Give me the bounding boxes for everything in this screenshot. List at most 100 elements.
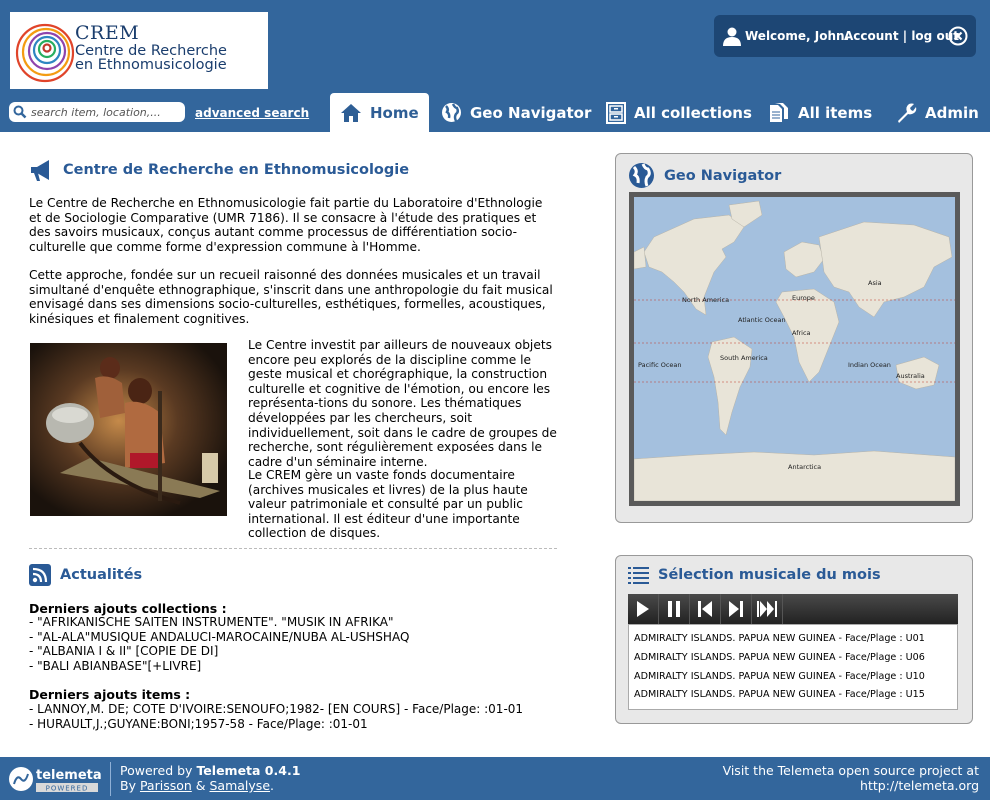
news-title-text: Actualités: [60, 567, 143, 583]
skip-icon: [757, 601, 777, 617]
cabinet-icon: [606, 101, 626, 124]
list-icon: [628, 567, 649, 584]
item-link[interactable]: - LANNOY,M. DE; COTE D'IVOIRE:SENOUFO;19…: [29, 702, 523, 717]
logo-full-name: Centre de Recherche en Ethnomusicologie: [75, 43, 227, 73]
visit-text: Visit the Telemeta open source project a…: [722, 763, 979, 778]
powered-by: Powered by Telemeta 0.4.1 By Parisson & …: [120, 763, 300, 793]
playlist-item[interactable]: ADMIRALTY ISLANDS. PAPUA NEW GUINEA - Fa…: [629, 668, 957, 687]
dot-text: .: [270, 778, 274, 793]
globe-icon: [629, 163, 654, 188]
visit-project: Visit the Telemeta open source project a…: [723, 763, 979, 793]
telemeta-logo-name: telemeta: [36, 768, 102, 783]
playlist-item[interactable]: ADMIRALTY ISLANDS. PAPUA NEW GUINEA - Fa…: [629, 686, 957, 705]
account-logout-link[interactable]: Account | log out: [844, 29, 959, 43]
logo-line2: en Ethnomusicologie: [75, 57, 227, 73]
map-label-north-america: North America: [682, 296, 729, 304]
next-button[interactable]: [721, 594, 752, 624]
crem-logo[interactable]: CREM Centre de Recherche en Ethnomusicol…: [10, 12, 268, 89]
wrench-icon: [895, 102, 917, 124]
globe-icon: [441, 102, 462, 123]
header: CREM Centre de Recherche en Ethnomusicol…: [0, 0, 990, 132]
geo-box-title: Geo Navigator: [628, 162, 781, 189]
tab-admin-label: Admin: [925, 103, 979, 122]
audio-player-controls: [628, 594, 958, 624]
pause-icon: [668, 601, 680, 617]
map-label-indian: Indian Ocean: [848, 361, 891, 369]
telemeta-logo-tag: POWERED: [46, 785, 89, 793]
footer: telemeta POWERED Powered by Telemeta 0.4…: [0, 757, 990, 800]
pause-button[interactable]: [659, 594, 690, 624]
play-button[interactable]: [628, 594, 659, 624]
advanced-search-link[interactable]: advanced search: [195, 106, 309, 120]
map-label-australia: Australia: [896, 372, 925, 380]
item-link[interactable]: - HURAULT,J.;GUYANE:BONI;1957-58 - Face/…: [29, 717, 523, 732]
previous-button[interactable]: [690, 594, 721, 624]
music-title-text: Sélection musicale du mois: [658, 567, 881, 583]
map-label-atlantic: Atlantic Ocean: [738, 316, 786, 324]
map-label-pacific: Pacific Ocean: [638, 361, 682, 369]
logo-line1: Centre de Recherche: [75, 43, 227, 59]
latest-items-list: - LANNOY,M. DE; COTE D'IVOIRE:SENOUFO;19…: [29, 702, 523, 731]
map-label-antarctica: Antarctica: [788, 463, 821, 471]
search-icon[interactable]: [13, 105, 27, 119]
collection-link[interactable]: - "BALI ABIANBASE"[+LIVRE]: [29, 659, 409, 674]
powered-prefix: Powered by: [120, 763, 197, 778]
intro-paragraph-3: Le Centre investit par ailleurs de nouve…: [248, 338, 557, 469]
search-input[interactable]: [31, 104, 181, 120]
skip-button[interactable]: [752, 594, 783, 624]
account-box: Welcome, John. Account | log out: [714, 15, 976, 57]
playlist-item[interactable]: ADMIRALTY ISLANDS. PAPUA NEW GUINEA - Fa…: [629, 649, 957, 668]
map-label-europe: Europe: [792, 294, 815, 302]
rss-icon[interactable]: [29, 564, 51, 586]
collection-link[interactable]: - "AL-ALA"MUSIQUE ANDALUCI-MAROCAINE/NUB…: [29, 630, 409, 645]
logout-close-icon[interactable]: [948, 26, 968, 46]
section-divider: [29, 548, 557, 549]
home-icon: [340, 102, 362, 124]
geo-title-text: Geo Navigator: [664, 167, 782, 184]
telemeta-version: Telemeta 0.4.1: [196, 763, 301, 778]
telemeta-logo[interactable]: telemeta POWERED: [8, 762, 103, 796]
welcome-text: Welcome, John.: [745, 29, 850, 43]
intro-paragraph-1: Le Centre de Recherche en Ethnomusicolog…: [29, 196, 543, 254]
amp-text: &: [191, 778, 210, 793]
tab-home-label: Home: [370, 103, 419, 122]
megaphone-icon: [31, 160, 49, 181]
samalyse-link[interactable]: Samalyse: [210, 778, 271, 793]
collection-link[interactable]: - "AFRIKANISCHE SAITEN INSTRUMENTE". "MU…: [29, 615, 409, 630]
tab-admin[interactable]: Admin: [895, 93, 979, 132]
next-icon: [729, 601, 743, 617]
latest-items-heading: Derniers ajouts items :: [29, 687, 191, 702]
music-selection-box: Sélection musicale du mois ADMIRALTY ISL…: [615, 555, 973, 724]
tab-all-items[interactable]: All items: [768, 93, 872, 132]
map-label-south-america: South America: [720, 354, 768, 362]
intro-title-text: Centre de Recherche en Ethnomusicologie: [63, 162, 410, 178]
world-map[interactable]: North America Europe Asia Atlantic Ocean…: [629, 192, 960, 506]
playlist-item[interactable]: ADMIRALTY ISLANDS. PAPUA NEW GUINEA - Fa…: [629, 630, 957, 649]
map-label-africa: Africa: [792, 329, 811, 337]
tab-items-label: All items: [798, 103, 873, 122]
music-box-title: Sélection musicale du mois: [628, 566, 881, 584]
telemeta-url-link[interactable]: http://telemeta.org: [723, 778, 979, 793]
tab-collections-label: All collections: [634, 103, 752, 122]
map-canvas[interactable]: North America Europe Asia Atlantic Ocean…: [634, 197, 955, 501]
tab-geo-label: Geo Navigator: [470, 103, 592, 122]
musician-photo: [30, 343, 227, 516]
collection-link[interactable]: - "ALBANIA I & II" [COPIE DE DI]: [29, 644, 409, 659]
geo-navigator-box: Geo Navigator North America Europe Asia …: [615, 153, 973, 523]
play-icon: [637, 601, 649, 617]
spiral-logo-icon: [15, 23, 75, 83]
tab-all-collections[interactable]: All collections: [606, 93, 752, 132]
latest-collections-list: - "AFRIKANISCHE SAITEN INSTRUMENTE". "MU…: [29, 615, 409, 673]
tab-geo-navigator[interactable]: Geo Navigator: [441, 93, 591, 132]
intro-paragraph-2: Cette approche, fondée sur un recueil ra…: [29, 268, 553, 326]
parisson-link[interactable]: Parisson: [140, 778, 192, 793]
intro-paragraph-4: Le CREM gère un vaste fonds documentaire…: [248, 468, 528, 541]
latest-collections-heading: Derniers ajouts collections :: [29, 601, 227, 616]
tab-home[interactable]: Home: [330, 93, 429, 132]
documents-icon: [768, 102, 790, 124]
map-label-asia: Asia: [868, 279, 882, 287]
world-map-drawing: North America Europe Asia Atlantic Ocean…: [634, 200, 955, 501]
user-icon: [723, 27, 741, 46]
intro-section-title: Centre de Recherche en Ethnomusicologie: [29, 157, 409, 183]
previous-icon: [698, 601, 712, 617]
